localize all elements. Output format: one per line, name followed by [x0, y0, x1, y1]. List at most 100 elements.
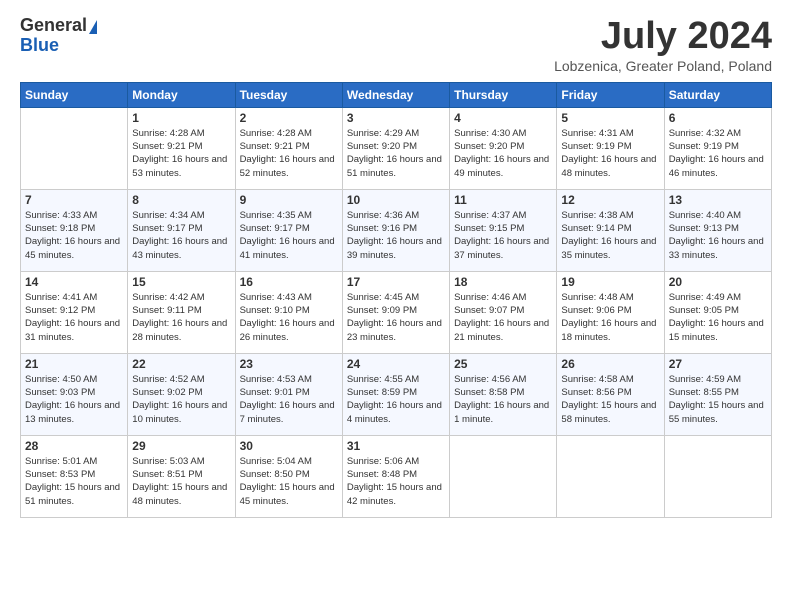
day-number: 8	[132, 193, 230, 207]
day-number: 7	[25, 193, 123, 207]
day-number: 30	[240, 439, 338, 453]
calendar-cell: 8 Sunrise: 4:34 AM Sunset: 9:17 PM Daylig…	[128, 189, 235, 271]
header: General Blue July 2024 Lobzenica, Greate…	[20, 16, 772, 74]
day-info: Sunrise: 4:28 AM Sunset: 9:21 PM Dayligh…	[240, 127, 338, 180]
calendar-week-row: 21Sunrise: 4:50 AM Sunset: 9:03 PM Dayli…	[21, 353, 772, 435]
calendar-cell: 11 Sunrise: 4:37 AM Sunset: 9:15 PM Dayli…	[450, 189, 557, 271]
day-header: Wednesday	[342, 82, 449, 107]
day-number: 1	[132, 111, 230, 125]
day-number: 11	[454, 193, 552, 207]
calendar-cell: 3Sunrise: 4:29 AM Sunset: 9:20 PM Daylig…	[342, 107, 449, 189]
day-number: 17	[347, 275, 445, 289]
day-number: 22	[132, 357, 230, 371]
calendar-cell: 10 Sunrise: 4:36 AM Sunset: 9:16 PM Dayli…	[342, 189, 449, 271]
calendar-cell: 18 Sunrise: 4:46 AM Sunset: 9:07 PM Dayli…	[450, 271, 557, 353]
calendar-cell: 9 Sunrise: 4:35 AM Sunset: 9:17 PM Daylig…	[235, 189, 342, 271]
day-number: 12	[561, 193, 659, 207]
day-info: Sunrise: 5:03 AM Sunset: 8:51 PM Dayligh…	[132, 455, 230, 508]
calendar-cell: 20 Sunrise: 4:49 AM Sunset: 9:05 PM Dayli…	[664, 271, 771, 353]
day-header: Monday	[128, 82, 235, 107]
calendar-cell: 17Sunrise: 4:45 AM Sunset: 9:09 PM Dayli…	[342, 271, 449, 353]
calendar-cell: 23 Sunrise: 4:53 AM Sunset: 9:01 PM Dayli…	[235, 353, 342, 435]
calendar-cell: 15 Sunrise: 4:42 AM Sunset: 9:11 PM Dayli…	[128, 271, 235, 353]
day-info: Sunrise: 4:59 AM Sunset: 8:55 PM Dayligh…	[669, 373, 767, 426]
calendar-cell: 12 Sunrise: 4:38 AM Sunset: 9:14 PM Dayli…	[557, 189, 664, 271]
day-number: 13	[669, 193, 767, 207]
day-number: 6	[669, 111, 767, 125]
day-info: Sunrise: 4:49 AM Sunset: 9:05 PM Dayligh…	[669, 291, 767, 344]
day-info: Sunrise: 4:40 AM Sunset: 9:13 PM Dayligh…	[669, 209, 767, 262]
day-number: 15	[132, 275, 230, 289]
day-info: Sunrise: 4:43 AM Sunset: 9:10 PM Dayligh…	[240, 291, 338, 344]
day-info: Sunrise: 4:56 AM Sunset: 8:58 PM Dayligh…	[454, 373, 552, 426]
calendar-cell	[21, 107, 128, 189]
day-info: Sunrise: 5:04 AM Sunset: 8:50 PM Dayligh…	[240, 455, 338, 508]
day-number: 25	[454, 357, 552, 371]
day-number: 18	[454, 275, 552, 289]
calendar-cell: 5 Sunrise: 4:31 AM Sunset: 9:19 PM Daylig…	[557, 107, 664, 189]
calendar-table: SundayMondayTuesdayWednesdayThursdayFrid…	[20, 82, 772, 518]
day-number: 3	[347, 111, 445, 125]
day-info: Sunrise: 4:37 AM Sunset: 9:15 PM Dayligh…	[454, 209, 552, 262]
day-number: 20	[669, 275, 767, 289]
day-header: Saturday	[664, 82, 771, 107]
day-number: 16	[240, 275, 338, 289]
day-header: Friday	[557, 82, 664, 107]
day-number: 31	[347, 439, 445, 453]
calendar-cell: 25 Sunrise: 4:56 AM Sunset: 8:58 PM Dayli…	[450, 353, 557, 435]
day-info: Sunrise: 5:06 AM Sunset: 8:48 PM Dayligh…	[347, 455, 445, 508]
day-header: Tuesday	[235, 82, 342, 107]
day-number: 9	[240, 193, 338, 207]
day-number: 10	[347, 193, 445, 207]
calendar-week-row: 28 Sunrise: 5:01 AM Sunset: 8:53 PM Dayli…	[21, 435, 772, 517]
calendar-cell: 26Sunrise: 4:58 AM Sunset: 8:56 PM Dayli…	[557, 353, 664, 435]
calendar-cell	[664, 435, 771, 517]
calendar-cell: 31 Sunrise: 5:06 AM Sunset: 8:48 PM Dayli…	[342, 435, 449, 517]
location: Lobzenica, Greater Poland, Poland	[554, 58, 772, 74]
calendar-cell: 22Sunrise: 4:52 AM Sunset: 9:02 PM Dayli…	[128, 353, 235, 435]
logo-general: General	[20, 15, 87, 35]
day-info: Sunrise: 4:41 AM Sunset: 9:12 PM Dayligh…	[25, 291, 123, 344]
day-number: 19	[561, 275, 659, 289]
calendar-cell: 28 Sunrise: 5:01 AM Sunset: 8:53 PM Dayli…	[21, 435, 128, 517]
day-number: 28	[25, 439, 123, 453]
calendar-cell: 27Sunrise: 4:59 AM Sunset: 8:55 PM Dayli…	[664, 353, 771, 435]
day-number: 26	[561, 357, 659, 371]
day-number: 29	[132, 439, 230, 453]
day-number: 14	[25, 275, 123, 289]
calendar-cell: 29 Sunrise: 5:03 AM Sunset: 8:51 PM Dayli…	[128, 435, 235, 517]
page: General Blue July 2024 Lobzenica, Greate…	[0, 0, 792, 528]
day-info: Sunrise: 4:35 AM Sunset: 9:17 PM Dayligh…	[240, 209, 338, 262]
calendar-cell: 19 Sunrise: 4:48 AM Sunset: 9:06 PM Dayli…	[557, 271, 664, 353]
calendar-cell	[450, 435, 557, 517]
day-info: Sunrise: 4:42 AM Sunset: 9:11 PM Dayligh…	[132, 291, 230, 344]
day-info: Sunrise: 4:36 AM Sunset: 9:16 PM Dayligh…	[347, 209, 445, 262]
day-info: Sunrise: 4:46 AM Sunset: 9:07 PM Dayligh…	[454, 291, 552, 344]
day-info: Sunrise: 4:34 AM Sunset: 9:17 PM Dayligh…	[132, 209, 230, 262]
logo-triangle	[89, 20, 97, 34]
calendar-cell: 1 Sunrise: 4:28 AM Sunset: 9:21 PM Daylig…	[128, 107, 235, 189]
logo: General Blue	[20, 16, 97, 56]
calendar-cell	[557, 435, 664, 517]
day-info: Sunrise: 4:55 AM Sunset: 8:59 PM Dayligh…	[347, 373, 445, 426]
calendar-cell: 6 Sunrise: 4:32 AM Sunset: 9:19 PM Daylig…	[664, 107, 771, 189]
calendar-cell: 24Sunrise: 4:55 AM Sunset: 8:59 PM Dayli…	[342, 353, 449, 435]
calendar-cell: 13 Sunrise: 4:40 AM Sunset: 9:13 PM Dayli…	[664, 189, 771, 271]
calendar-cell: 14 Sunrise: 4:41 AM Sunset: 9:12 PM Dayli…	[21, 271, 128, 353]
calendar-cell: 7Sunrise: 4:33 AM Sunset: 9:18 PM Daylig…	[21, 189, 128, 271]
day-info: Sunrise: 4:32 AM Sunset: 9:19 PM Dayligh…	[669, 127, 767, 180]
day-info: Sunrise: 4:28 AM Sunset: 9:21 PM Dayligh…	[132, 127, 230, 180]
day-info: Sunrise: 4:53 AM Sunset: 9:01 PM Dayligh…	[240, 373, 338, 426]
day-number: 4	[454, 111, 552, 125]
day-number: 2	[240, 111, 338, 125]
day-number: 23	[240, 357, 338, 371]
title-block: July 2024 Lobzenica, Greater Poland, Pol…	[554, 16, 772, 74]
day-info: Sunrise: 5:01 AM Sunset: 8:53 PM Dayligh…	[25, 455, 123, 508]
day-info: Sunrise: 4:31 AM Sunset: 9:19 PM Dayligh…	[561, 127, 659, 180]
day-header: Thursday	[450, 82, 557, 107]
day-info: Sunrise: 4:38 AM Sunset: 9:14 PM Dayligh…	[561, 209, 659, 262]
day-number: 5	[561, 111, 659, 125]
day-info: Sunrise: 4:48 AM Sunset: 9:06 PM Dayligh…	[561, 291, 659, 344]
day-number: 21	[25, 357, 123, 371]
calendar-cell: 16 Sunrise: 4:43 AM Sunset: 9:10 PM Dayli…	[235, 271, 342, 353]
